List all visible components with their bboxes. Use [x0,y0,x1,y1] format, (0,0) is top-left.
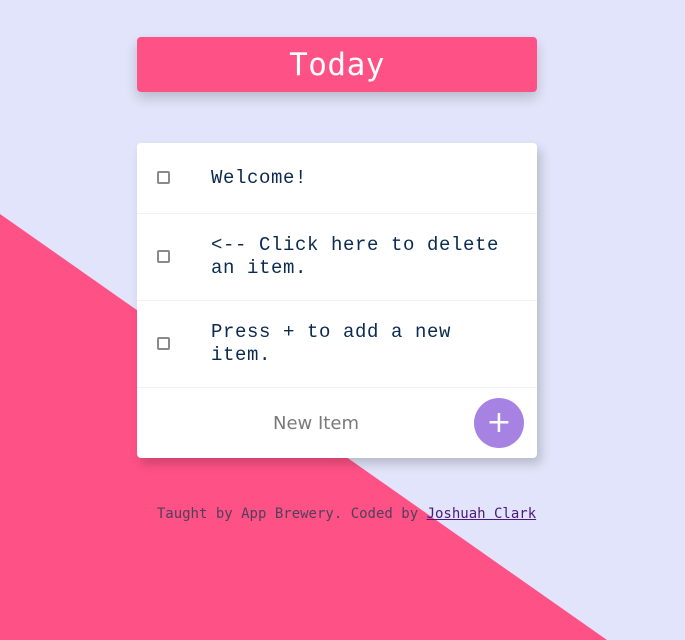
item-text: <-- Click here to delete an item. [211,234,500,279]
new-item-input[interactable] [223,408,409,438]
heading-box: Today [137,37,537,92]
new-item-form: + [137,388,537,458]
list-item: Press + to add a new item. [137,301,537,388]
add-item-button[interactable]: + [474,398,524,448]
todo-list-box: Welcome! <-- Click here to delete an ite… [137,143,537,458]
checkbox-icon[interactable] [157,250,170,263]
item-text: Welcome! [211,167,308,189]
list-item: Welcome! [137,143,537,214]
item-text: Press + to add a new item. [211,321,452,366]
plus-icon: + [486,405,512,440]
footer-text: Taught by App Brewery. Coded by [156,506,427,522]
checkbox-icon[interactable] [157,337,170,350]
checkbox-icon[interactable] [157,171,170,184]
list-item: <-- Click here to delete an item. [137,214,537,301]
author-link[interactable]: Joshuah Clark [427,506,537,522]
footer: Taught by App Brewery. Coded by Joshuah … [0,506,685,522]
page-title: Today [289,46,385,83]
